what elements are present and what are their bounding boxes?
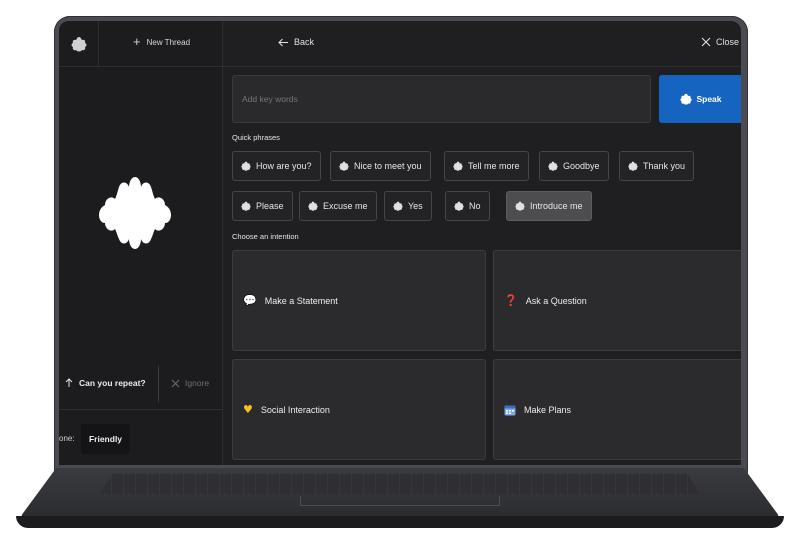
- chip-label: Thank you: [643, 161, 686, 171]
- logo-icon: [515, 201, 525, 211]
- quick-phrase-chip[interactable]: Excuse me: [299, 191, 377, 221]
- chip-label: Excuse me: [323, 201, 368, 211]
- chip-label: Yes: [408, 201, 423, 211]
- quick-phrase-chip[interactable]: Please: [232, 191, 293, 221]
- chip-label: How are you?: [256, 161, 312, 171]
- logo-icon: [454, 201, 464, 211]
- speech-bubble-icon: 💬: [243, 294, 257, 307]
- logo-icon: [339, 161, 349, 171]
- intention-label-text: Make a Statement: [264, 295, 338, 306]
- intention-label: Choose an intention: [232, 232, 299, 241]
- quick-phrase-chip[interactable]: No: [445, 191, 490, 221]
- new-thread-label: New Thread: [146, 37, 191, 47]
- laptop-trackpad: [300, 496, 500, 506]
- laptop-keyboard: [100, 474, 700, 494]
- back-label: Back: [294, 37, 315, 47]
- app-window: Can you repeat? Ignore one: Friendly + N…: [59, 21, 741, 465]
- chip-label: Introduce me: [530, 201, 583, 211]
- speak-label: Speak: [696, 94, 722, 104]
- quick-phrase-chip[interactable]: Thank you: [619, 151, 695, 181]
- quick-phrase-chip[interactable]: Nice to meet you: [330, 151, 431, 181]
- close-icon: [701, 37, 711, 47]
- top-bar: + New Thread Back Close: [59, 21, 741, 67]
- repeat-label: Can you repeat?: [79, 378, 146, 388]
- intention-card-question[interactable]: ❓ Ask a Question: [493, 250, 741, 351]
- speak-button[interactable]: Speak: [659, 75, 741, 123]
- question-mark-icon: ❓: [504, 294, 518, 307]
- tone-label: one:: [59, 434, 75, 443]
- chip-label: No: [469, 201, 481, 211]
- laptop-base-lip: [16, 516, 784, 528]
- logo-icon: [71, 37, 86, 52]
- logo-icon: [453, 161, 463, 171]
- arrow-left-icon: [278, 38, 288, 46]
- chip-label: Goodbye: [563, 161, 600, 171]
- ignore-button[interactable]: Ignore: [171, 378, 209, 388]
- logo-icon: [628, 161, 638, 171]
- logo-icon: [548, 161, 558, 171]
- chip-label: Nice to meet you: [354, 161, 422, 171]
- repeat-button[interactable]: Can you repeat?: [65, 378, 146, 388]
- sidebar: Can you repeat? Ignore one: Friendly: [59, 21, 223, 465]
- app-logo-button[interactable]: [59, 21, 99, 67]
- back-button[interactable]: Back: [278, 37, 314, 47]
- logo-icon: [680, 93, 693, 105]
- quick-phrase-chip[interactable]: Goodbye: [539, 151, 609, 181]
- intention-label-text: Ask a Question: [525, 295, 587, 306]
- quick-phrase-chip-active[interactable]: Introduce me: [506, 191, 592, 221]
- arrow-up-icon: [65, 378, 73, 387]
- quick-phrase-chip[interactable]: Tell me more: [444, 151, 529, 181]
- logo-icon: [241, 161, 251, 171]
- intention-card-statement[interactable]: 💬 Make a Statement: [232, 250, 486, 351]
- close-button[interactable]: Close: [701, 37, 739, 47]
- quick-phrase-chip[interactable]: Yes: [384, 191, 432, 221]
- intention-label-text: Make Plans: [524, 404, 572, 415]
- chip-label: Please: [256, 201, 284, 211]
- intention-label-text: Social Interaction: [260, 404, 330, 415]
- new-thread-button[interactable]: + New Thread: [133, 34, 191, 49]
- tone-selector-button[interactable]: Friendly: [81, 424, 130, 454]
- handshake-icon: ♥: [243, 403, 253, 416]
- repeat-suggestion-row: Can you repeat? Ignore: [59, 366, 223, 410]
- close-label: Close: [715, 37, 739, 47]
- ignore-label: Ignore: [185, 378, 210, 388]
- divider: [158, 366, 159, 402]
- keywords-input[interactable]: [232, 75, 651, 123]
- logo-icon: [241, 201, 251, 211]
- logo-icon: [308, 201, 318, 211]
- voice-blob-graphic: [99, 177, 171, 249]
- intention-card-plans[interactable]: Make Plans: [493, 359, 741, 460]
- intention-card-social[interactable]: ♥ Social Interaction: [232, 359, 486, 460]
- plus-icon: +: [133, 34, 141, 49]
- quick-phrases-label: Quick phrases: [232, 133, 280, 142]
- calendar-icon: [504, 405, 516, 415]
- logo-icon: [393, 201, 403, 211]
- close-icon: [171, 379, 180, 387]
- chip-label: Tell me more: [468, 161, 520, 171]
- quick-phrase-chip[interactable]: How are you?: [232, 151, 321, 181]
